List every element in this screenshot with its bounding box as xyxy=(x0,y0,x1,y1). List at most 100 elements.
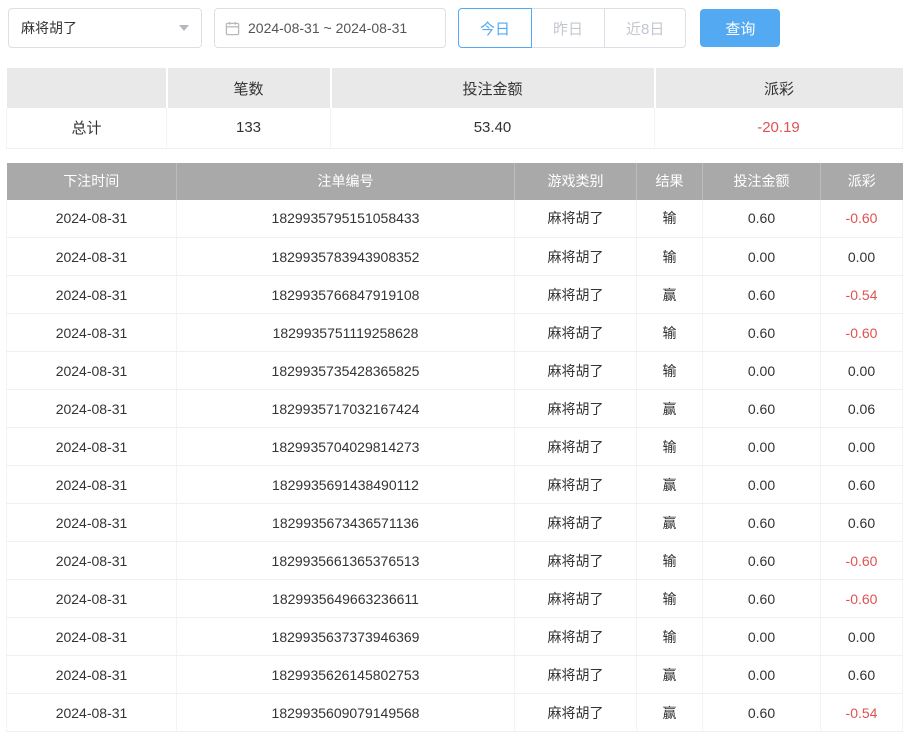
bet-time-cell: 2024-08-31 xyxy=(7,618,177,656)
table-row: 2024-08-311829935637373946369麻将胡了输0.000.… xyxy=(7,618,903,656)
bet-id-cell: 1829935717032167424 xyxy=(177,390,515,428)
bet-amount-cell: 0.60 xyxy=(703,314,821,352)
date-range-value: 2024-08-31 ~ 2024-08-31 xyxy=(248,20,407,36)
table-row: 2024-08-311829935766847919108麻将胡了赢0.60-0… xyxy=(7,276,903,314)
result-cell: 输 xyxy=(637,314,703,352)
bet-amount-cell: 0.60 xyxy=(703,390,821,428)
bet-time-cell: 2024-08-31 xyxy=(7,656,177,694)
chevron-down-icon xyxy=(179,25,189,31)
payout-cell: 0.00 xyxy=(821,428,903,466)
game-type-cell: 麻将胡了 xyxy=(515,314,637,352)
result-cell: 输 xyxy=(637,428,703,466)
result-cell: 赢 xyxy=(637,276,703,314)
summary-header-count: 笔数 xyxy=(167,68,331,108)
table-row: 2024-08-311829935795151058433麻将胡了输0.60-0… xyxy=(7,200,903,238)
bet-amount-cell: 0.00 xyxy=(703,352,821,390)
payout-cell: 0.60 xyxy=(821,656,903,694)
game-type-cell: 麻将胡了 xyxy=(515,352,637,390)
game-type-cell: 麻将胡了 xyxy=(515,390,637,428)
result-cell: 赢 xyxy=(637,390,703,428)
bet-time-cell: 2024-08-31 xyxy=(7,200,177,238)
bet-amount-cell: 0.60 xyxy=(703,200,821,238)
game-type-cell: 麻将胡了 xyxy=(515,504,637,542)
game-type-cell: 麻将胡了 xyxy=(515,200,637,238)
payout-cell: 0.00 xyxy=(821,618,903,656)
last-8-days-button[interactable]: 近8日 xyxy=(604,8,686,48)
bet-id-cell: 1829935673436571136 xyxy=(177,504,515,542)
game-type-cell: 麻将胡了 xyxy=(515,580,637,618)
summary-total-label: 总计 xyxy=(7,108,167,148)
bet-time-cell: 2024-08-31 xyxy=(7,466,177,504)
game-type-cell: 麻将胡了 xyxy=(515,466,637,504)
today-button[interactable]: 今日 xyxy=(458,8,532,48)
summary-table: 笔数 投注金额 派彩 总计 133 53.40 -20.19 xyxy=(6,68,903,149)
bet-time-cell: 2024-08-31 xyxy=(7,276,177,314)
header-payout: 派彩 xyxy=(821,163,903,200)
table-row: 2024-08-311829935783943908352麻将胡了输0.000.… xyxy=(7,238,903,276)
query-button[interactable]: 查询 xyxy=(700,9,780,47)
game-select-value: 麻将胡了 xyxy=(21,18,77,38)
result-cell: 输 xyxy=(637,580,703,618)
bet-time-cell: 2024-08-31 xyxy=(7,390,177,428)
game-type-cell: 麻将胡了 xyxy=(515,428,637,466)
table-row: 2024-08-311829935735428365825麻将胡了输0.000.… xyxy=(7,352,903,390)
bet-id-cell: 1829935626145802753 xyxy=(177,656,515,694)
betting-records-page: 麻将胡了 2024-08-31 ~ 2024-08-31 今日 昨日 近8日 查… xyxy=(0,0,908,732)
summary-bet-amount-value: 53.40 xyxy=(331,108,655,148)
payout-cell: -0.60 xyxy=(821,580,903,618)
result-cell: 赢 xyxy=(637,466,703,504)
bet-time-cell: 2024-08-31 xyxy=(7,352,177,390)
bet-id-cell: 1829935691438490112 xyxy=(177,466,515,504)
header-result: 结果 xyxy=(637,163,703,200)
bet-id-cell: 1829935751119258628 xyxy=(177,314,515,352)
game-type-cell: 麻将胡了 xyxy=(515,694,637,732)
records-tbody: 2024-08-311829935795151058433麻将胡了输0.60-0… xyxy=(7,200,903,732)
table-row: 2024-08-311829935609079149568麻将胡了赢0.60-0… xyxy=(7,694,903,732)
bet-id-cell: 1829935766847919108 xyxy=(177,276,515,314)
bet-amount-cell: 0.60 xyxy=(703,694,821,732)
game-type-cell: 麻将胡了 xyxy=(515,238,637,276)
result-cell: 输 xyxy=(637,618,703,656)
payout-cell: 0.00 xyxy=(821,238,903,276)
bet-id-cell: 1829935735428365825 xyxy=(177,352,515,390)
header-bet-amount: 投注金额 xyxy=(703,163,821,200)
result-cell: 输 xyxy=(637,238,703,276)
table-row: 2024-08-311829935673436571136麻将胡了赢0.600.… xyxy=(7,504,903,542)
payout-cell: 0.00 xyxy=(821,352,903,390)
bet-amount-cell: 0.00 xyxy=(703,428,821,466)
table-row: 2024-08-311829935626145802753麻将胡了赢0.000.… xyxy=(7,656,903,694)
payout-cell: -0.54 xyxy=(821,694,903,732)
table-row: 2024-08-311829935649663236611麻将胡了输0.60-0… xyxy=(7,580,903,618)
result-cell: 赢 xyxy=(637,656,703,694)
bet-amount-cell: 0.60 xyxy=(703,276,821,314)
payout-cell: -0.60 xyxy=(821,314,903,352)
records-table: 下注时间 注单编号 游戏类别 结果 投注金额 派彩 2024-08-311829… xyxy=(6,163,903,732)
table-row: 2024-08-311829935751119258628麻将胡了输0.60-0… xyxy=(7,314,903,352)
summary-header-row: 笔数 投注金额 派彩 xyxy=(7,68,903,108)
bet-id-cell: 1829935783943908352 xyxy=(177,238,515,276)
header-bet-id: 注单编号 xyxy=(177,163,515,200)
bet-amount-cell: 0.00 xyxy=(703,656,821,694)
bet-time-cell: 2024-08-31 xyxy=(7,580,177,618)
table-row: 2024-08-311829935717032167424麻将胡了赢0.600.… xyxy=(7,390,903,428)
payout-cell: 0.60 xyxy=(821,466,903,504)
bet-id-cell: 1829935661365376513 xyxy=(177,542,515,580)
bet-amount-cell: 0.60 xyxy=(703,580,821,618)
bet-amount-cell: 0.00 xyxy=(703,618,821,656)
result-cell: 输 xyxy=(637,352,703,390)
summary-count-value: 133 xyxy=(167,108,331,148)
yesterday-button[interactable]: 昨日 xyxy=(531,8,605,48)
bet-time-cell: 2024-08-31 xyxy=(7,314,177,352)
calendar-icon xyxy=(225,21,240,36)
result-cell: 输 xyxy=(637,200,703,238)
bet-amount-cell: 0.60 xyxy=(703,504,821,542)
bet-amount-cell: 0.00 xyxy=(703,238,821,276)
game-select[interactable]: 麻将胡了 xyxy=(8,8,202,48)
game-type-cell: 麻将胡了 xyxy=(515,656,637,694)
bet-time-cell: 2024-08-31 xyxy=(7,542,177,580)
summary-header-payout: 派彩 xyxy=(655,68,903,108)
summary-payout-value: -20.19 xyxy=(655,108,903,148)
bet-amount-cell: 0.60 xyxy=(703,542,821,580)
bet-amount-cell: 0.00 xyxy=(703,466,821,504)
date-range-input[interactable]: 2024-08-31 ~ 2024-08-31 xyxy=(214,8,446,48)
